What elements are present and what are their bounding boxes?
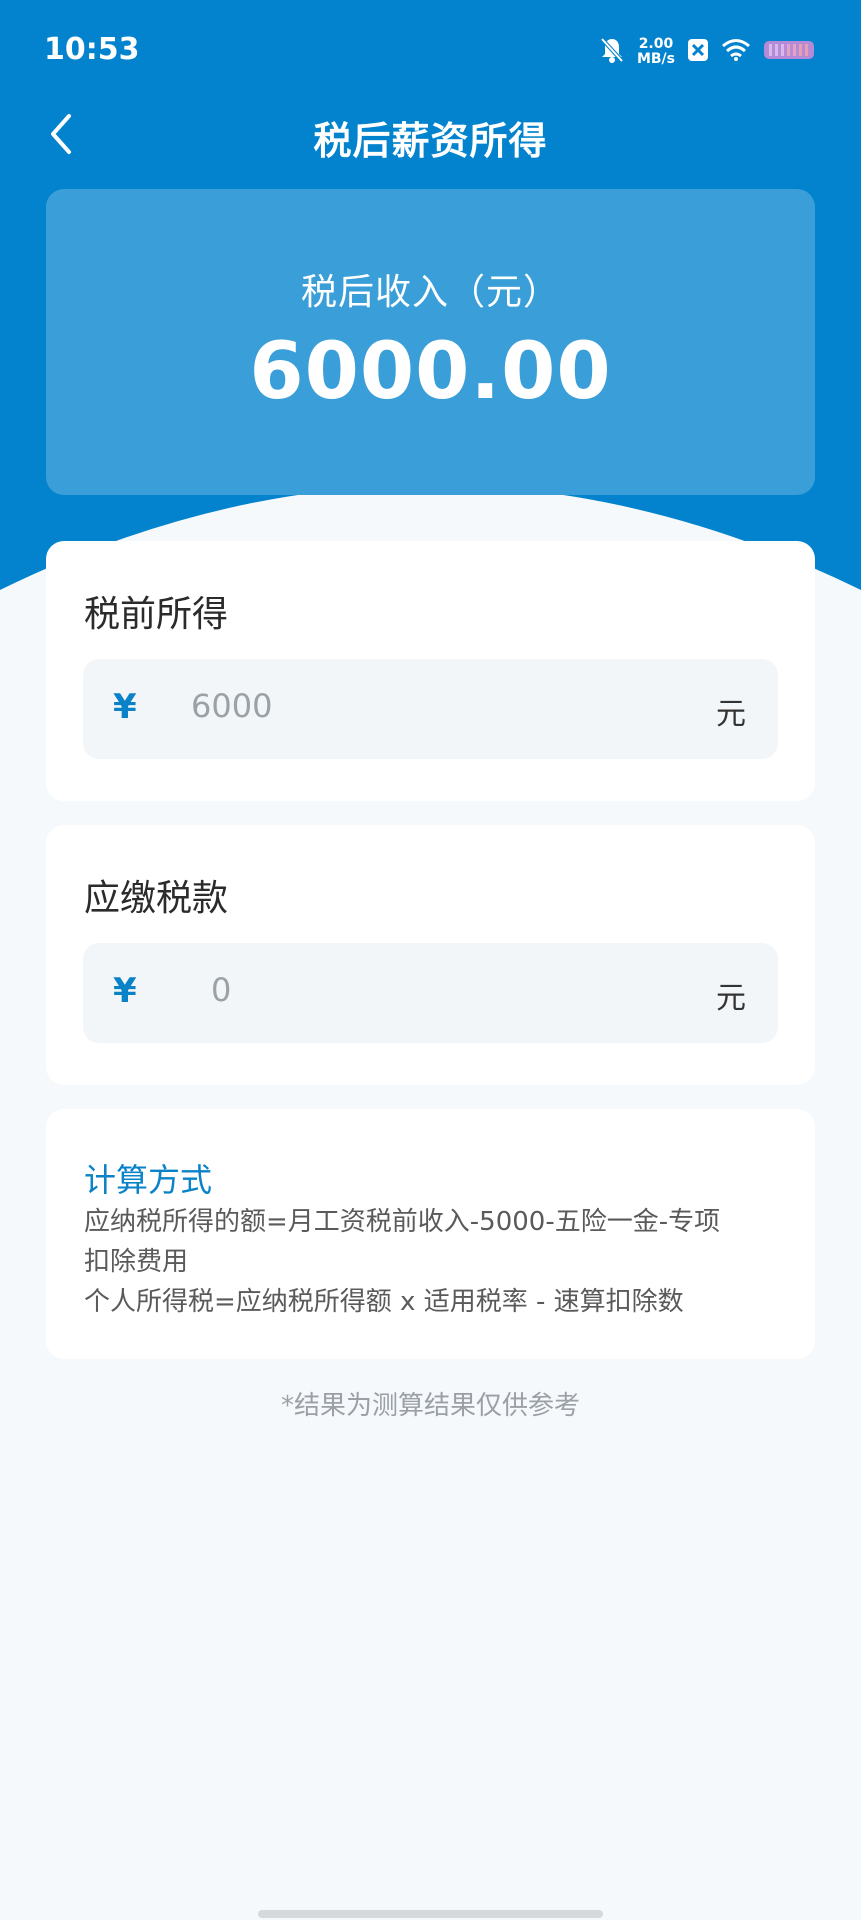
- disclaimer-text: *结果为测算结果仅供参考: [280, 1391, 580, 1421]
- home-indicator[interactable]: [258, 1910, 603, 1918]
- status-icons: 2.00 MB/s: [599, 32, 817, 72]
- wifi-icon: [721, 38, 751, 66]
- method-formula-line-3: 个人所得税=应纳税所得额 x 适用税率 - 速算扣除数: [84, 1287, 684, 1317]
- status-time: 10:53: [44, 32, 140, 67]
- bell-muted-icon: [599, 36, 625, 68]
- network-speed-value: 2.00: [638, 36, 674, 52]
- pretax-income-value: 6000: [191, 687, 273, 725]
- navigation-bar: 税后薪资所得: [0, 100, 861, 170]
- notification-x-icon: [687, 38, 709, 66]
- pretax-income-title: 税前所得: [84, 594, 229, 635]
- status-bar: 10:53 2.00 MB/s: [0, 0, 861, 100]
- network-speed: 2.00 MB/s: [637, 37, 675, 67]
- tax-payable-input[interactable]: ¥ 0 元: [83, 943, 778, 1043]
- pretax-income-unit: 元: [716, 697, 746, 732]
- method-formula-line-1: 应纳税所得的额=月工资税前收入-5000-五险一金-专项: [84, 1207, 721, 1237]
- battery-icon: [763, 38, 817, 66]
- calculation-method-card: 计算方式 应纳税所得的额=月工资税前收入-5000-五险一金-专项 扣除费用 个…: [46, 1109, 815, 1359]
- yen-icon: ¥: [113, 687, 137, 727]
- tax-payable-unit: 元: [716, 981, 746, 1016]
- yen-icon: ¥: [113, 971, 137, 1011]
- page-title: 税后薪资所得: [313, 119, 548, 163]
- pretax-income-card: 税前所得 ¥ 6000 元: [46, 541, 815, 801]
- calculation-method-title: 计算方式: [84, 1161, 213, 1199]
- tax-payable-card: 应缴税款 ¥ 0 元: [46, 825, 815, 1085]
- method-formula-line-2: 扣除费用: [84, 1247, 189, 1277]
- tax-payable-value: 0: [211, 971, 232, 1009]
- after-tax-income-value: 6000.00: [249, 327, 612, 417]
- pretax-income-input[interactable]: ¥ 6000 元: [83, 659, 778, 759]
- after-tax-income-label: 税后收入（元）: [300, 272, 560, 313]
- network-speed-unit: MB/s: [636, 51, 675, 67]
- tax-payable-title: 应缴税款: [84, 878, 229, 919]
- after-tax-summary-card: 税后收入（元） 6000.00: [46, 189, 815, 495]
